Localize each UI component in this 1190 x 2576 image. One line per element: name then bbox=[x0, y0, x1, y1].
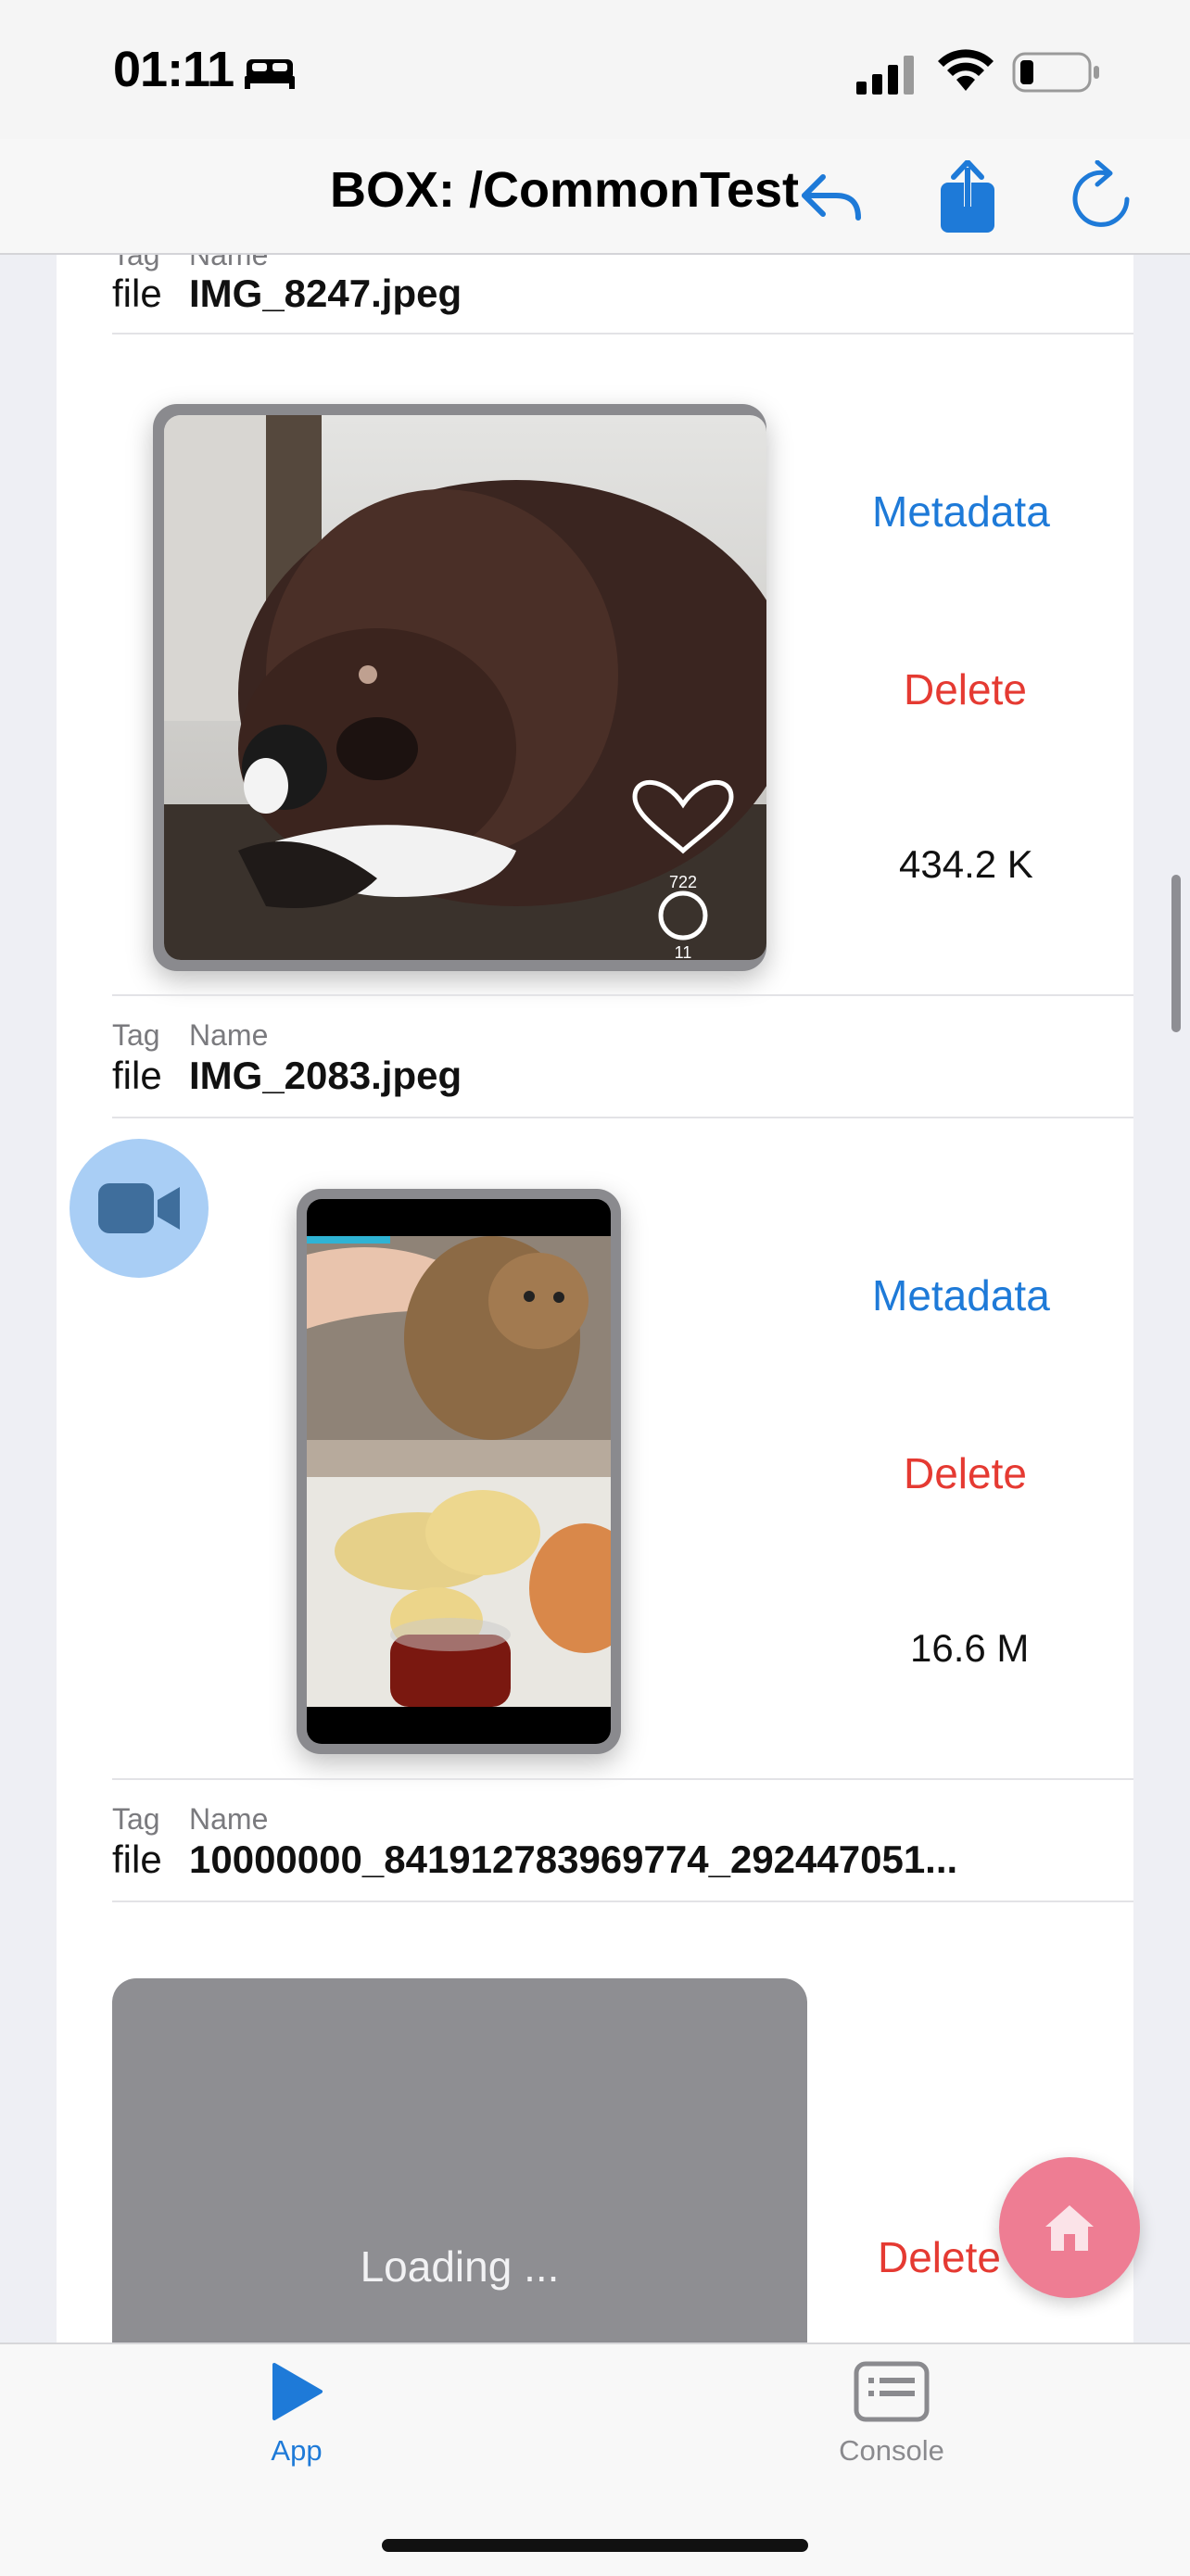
sleep-focus-icon bbox=[245, 59, 295, 89]
name-caption: Name bbox=[189, 1018, 269, 1052]
comments-count: 11 bbox=[675, 943, 692, 960]
divider bbox=[112, 1900, 1133, 1902]
metadata-button[interactable]: Metadata bbox=[872, 1270, 1050, 1320]
loading-thumbnail: Loading ... bbox=[112, 1978, 807, 2342]
metadata-button[interactable]: Metadata bbox=[872, 486, 1050, 537]
tag-caption: Tag bbox=[112, 1802, 160, 1836]
tag-caption: Tag bbox=[112, 1018, 160, 1052]
refresh-button[interactable] bbox=[1060, 156, 1144, 239]
file-tag: file bbox=[112, 1837, 162, 1881]
video-camera-icon bbox=[98, 1183, 180, 1233]
play-icon bbox=[272, 2363, 323, 2420]
file-list[interactable]: Tag Name file IMG_8247.jpeg 722 11 Metad… bbox=[57, 253, 1133, 2342]
file-tag: file bbox=[112, 271, 162, 315]
divider bbox=[112, 1778, 1133, 1780]
image-thumbnail[interactable]: 722 11 bbox=[153, 404, 766, 971]
status-time: 01:11 bbox=[113, 42, 234, 97]
battery-icon bbox=[1012, 52, 1099, 93]
scroll-indicator[interactable] bbox=[1171, 875, 1181, 1032]
name-caption: Name bbox=[189, 1802, 269, 1836]
file-name[interactable]: IMG_2083.jpeg bbox=[189, 1054, 462, 1098]
video-thumbnail[interactable] bbox=[297, 1189, 621, 1754]
navigation-bar: BOX: /CommonTest bbox=[0, 139, 1190, 255]
divider bbox=[112, 1117, 1133, 1118]
delete-button[interactable]: Delete bbox=[904, 664, 1027, 714]
undo-button[interactable] bbox=[790, 156, 873, 239]
file-size: 16.6 M bbox=[910, 1626, 1030, 1670]
video-badge bbox=[70, 1139, 209, 1278]
undo-arrow-icon bbox=[802, 174, 861, 221]
console-icon bbox=[854, 2361, 930, 2422]
name-caption: Name bbox=[189, 253, 269, 271]
status-bar: 01:11 bbox=[0, 0, 1190, 139]
delete-button[interactable]: Delete bbox=[904, 1448, 1027, 1498]
loading-text: Loading ... bbox=[360, 2242, 560, 2291]
dog-cat-photo: 722 11 bbox=[164, 415, 766, 960]
wifi-icon bbox=[938, 49, 994, 91]
page-title: BOX: /CommonTest bbox=[330, 162, 800, 218]
home-icon bbox=[1045, 2205, 1094, 2251]
tab-app-label: App bbox=[271, 2434, 323, 2467]
file-tag: file bbox=[112, 1054, 162, 1097]
home-button[interactable] bbox=[999, 2157, 1140, 2298]
share-button[interactable] bbox=[926, 156, 1009, 239]
tab-app[interactable]: App bbox=[176, 2361, 417, 2468]
tab-console[interactable]: Console bbox=[771, 2361, 1012, 2468]
file-name[interactable]: 10000000_841912783969774_292447051... bbox=[189, 1837, 957, 1882]
file-name[interactable]: IMG_8247.jpeg bbox=[189, 271, 462, 316]
divider bbox=[112, 333, 1133, 335]
refresh-icon bbox=[1072, 160, 1130, 227]
home-indicator[interactable] bbox=[382, 2539, 808, 2552]
tag-caption: Tag bbox=[112, 253, 160, 271]
file-size: 434.2 K bbox=[899, 842, 1033, 886]
tab-console-label: Console bbox=[839, 2434, 944, 2467]
divider bbox=[112, 994, 1133, 996]
share-icon bbox=[941, 160, 994, 233]
cat-food-video-frame bbox=[307, 1199, 611, 1744]
likes-count: 722 bbox=[669, 873, 697, 891]
cellular-signal-icon bbox=[856, 56, 914, 95]
delete-button[interactable]: Delete bbox=[878, 2232, 1001, 2282]
